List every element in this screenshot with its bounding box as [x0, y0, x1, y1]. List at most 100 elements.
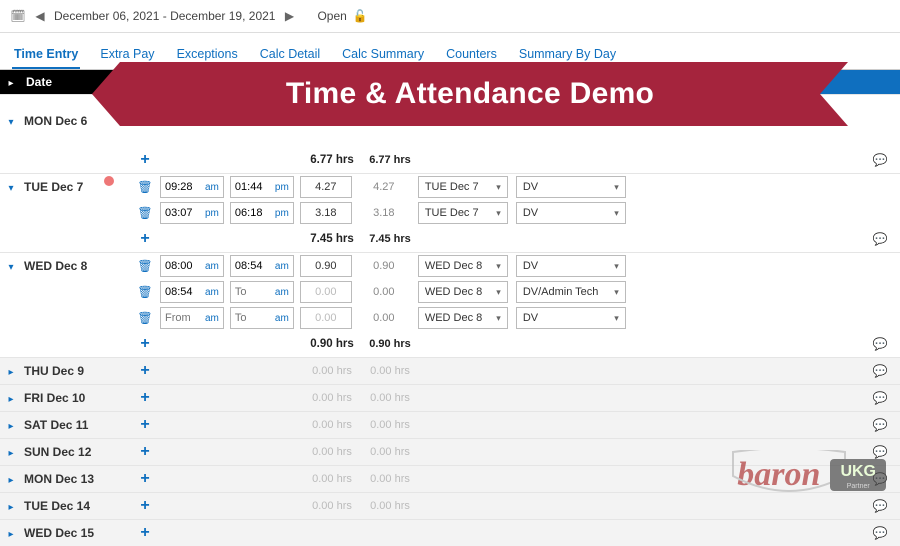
day-label: SAT Dec 11	[22, 418, 130, 432]
ukg-logo: UKG Partner	[830, 459, 886, 491]
comment-icon[interactable]: 💬	[873, 391, 888, 405]
delete-row-button[interactable]: 🗑	[137, 206, 152, 220]
add-row-button[interactable]: +	[140, 230, 149, 248]
expand-toggle[interactable]	[8, 445, 13, 459]
day-total-hours: 0.00 hrs	[306, 441, 358, 463]
to-time-input[interactable]: am	[230, 307, 294, 329]
type-select[interactable]: DV▾	[516, 202, 626, 224]
date-select[interactable]: WED Dec 8▾	[418, 255, 508, 277]
next-period-button[interactable]: ▶	[281, 8, 297, 24]
collapse-toggle[interactable]	[8, 114, 13, 128]
from-time-input[interactable]: am	[160, 176, 224, 198]
day-total-hours-dup: 0.00 hrs	[364, 446, 416, 458]
add-row-button[interactable]: +	[140, 524, 149, 542]
day-collapsed: WED Dec 15 + 💬	[0, 519, 900, 546]
expand-toggle[interactable]	[8, 391, 13, 405]
tab-time-entry[interactable]: Time Entry	[12, 41, 80, 69]
lock-status-text: Open	[317, 9, 346, 23]
expand-toggle[interactable]	[8, 499, 13, 513]
day-total-hours-dup: 6.77 hrs	[364, 154, 416, 166]
day-tue-dec-7: TUE Dec 7 🗑 am pm 4.27 4.27 TUE Dec 7▾ D…	[0, 173, 900, 252]
delete-row-button[interactable]: 🗑	[137, 259, 152, 273]
comment-icon[interactable]: 💬	[873, 337, 888, 351]
expand-toggle[interactable]	[8, 472, 13, 486]
expand-toggle[interactable]	[8, 364, 13, 378]
to-time-input[interactable]: pm	[230, 202, 294, 224]
day-total-hours-dup: 0.00 hrs	[364, 500, 416, 512]
add-row-button[interactable]: +	[140, 416, 149, 434]
expand-all-icon[interactable]	[8, 75, 13, 89]
hours-text: 4.27	[358, 181, 410, 193]
delete-row-button[interactable]: 🗑	[137, 285, 152, 299]
to-time-input[interactable]: am	[230, 255, 294, 277]
day-total-hours: 0.00 hrs	[306, 387, 358, 409]
day-collapsed: THU Dec 9+0.00 hrs0.00 hrs💬	[0, 357, 900, 384]
comment-icon[interactable]: 💬	[873, 153, 888, 167]
add-row-button[interactable]: +	[140, 362, 149, 380]
day-total-hours-dup: 0.00 hrs	[364, 365, 416, 377]
to-time-input[interactable]: am	[230, 281, 294, 303]
day-collapsed: TUE Dec 14+0.00 hrs0.00 hrs💬	[0, 492, 900, 519]
hours-input[interactable]: 0.00	[300, 281, 352, 303]
day-collapsed: FRI Dec 10+0.00 hrs0.00 hrs💬	[0, 384, 900, 411]
from-time-input[interactable]: pm	[160, 202, 224, 224]
day-wed-dec-8: WED Dec 8 🗑 am am 0.90 0.90 WED Dec 8▾ D…	[0, 252, 900, 357]
comment-icon[interactable]: 💬	[873, 232, 888, 246]
hours-text: 3.18	[358, 207, 410, 219]
day-label: WED Dec 15	[22, 526, 130, 540]
day-collapsed: SAT Dec 11 +0.00 hrs 0.00 hrs 💬	[0, 411, 900, 438]
from-time-input[interactable]: am	[160, 307, 224, 329]
add-row-button[interactable]: +	[140, 470, 149, 488]
hours-text: 0.00	[358, 286, 410, 298]
day-total-hours: 0.00 hrs	[306, 414, 358, 436]
hours-input[interactable]: 3.18	[300, 202, 352, 224]
day-total-hours-dup: 0.00 hrs	[364, 419, 416, 431]
hours-input[interactable]: 4.27	[300, 176, 352, 198]
hours-input[interactable]: 0.00	[300, 307, 352, 329]
from-time-input[interactable]: am	[160, 255, 224, 277]
prev-period-button[interactable]: ◀	[32, 8, 48, 24]
delete-row-button[interactable]: 🗑	[137, 311, 152, 325]
hours-input[interactable]: 0.90	[300, 255, 352, 277]
date-select[interactable]: WED Dec 8▾	[418, 281, 508, 303]
demo-banner: Time & Attendance Demo	[120, 62, 820, 126]
day-total-hours: 0.00 hrs	[306, 495, 358, 517]
add-row-button[interactable]: +	[140, 389, 149, 407]
add-row-button[interactable]: +	[140, 335, 149, 353]
unlock-icon[interactable]: 🔓	[353, 9, 368, 23]
cursor-indicator	[104, 176, 114, 186]
from-time-input[interactable]: am	[160, 281, 224, 303]
type-select[interactable]: DV▾	[516, 176, 626, 198]
hours-text: 0.00	[358, 312, 410, 324]
delete-row-button[interactable]: 🗑	[137, 180, 152, 194]
comment-icon[interactable]: 💬	[873, 418, 888, 432]
day-total-hours: 0.00 hrs	[306, 360, 358, 382]
expand-toggle[interactable]	[8, 526, 13, 540]
watermark-logos: baron UKG Partner	[737, 456, 886, 494]
comment-icon[interactable]: 💬	[873, 499, 888, 513]
date-select[interactable]: TUE Dec 7▾	[418, 202, 508, 224]
day-label: WED Dec 8	[22, 259, 130, 273]
to-time-input[interactable]: pm	[230, 176, 294, 198]
expand-toggle[interactable]	[8, 418, 13, 432]
collapse-toggle[interactable]	[8, 180, 13, 194]
comment-icon[interactable]: 💬	[873, 364, 888, 378]
day-total-hours-dup: 0.90 hrs	[364, 338, 416, 350]
date-select[interactable]: WED Dec 8▾	[418, 307, 508, 329]
day-total-hours-dup: 7.45 hrs	[364, 233, 416, 245]
type-select[interactable]: DV/Admin Tech▾	[516, 281, 626, 303]
day-total-hours: 6.77 hrs	[306, 149, 358, 171]
baron-logo: baron	[737, 456, 820, 494]
date-select[interactable]: TUE Dec 7▾	[418, 176, 508, 198]
type-select[interactable]: DV▾	[516, 307, 626, 329]
day-label: TUE Dec 14	[22, 499, 130, 513]
day-total-hours-dup: 0.00 hrs	[364, 473, 416, 485]
day-total-hours: 7.45 hrs	[306, 228, 358, 250]
collapse-toggle[interactable]	[8, 259, 13, 273]
type-select[interactable]: DV▾	[516, 255, 626, 277]
calendar-icon[interactable]: 🗓	[10, 8, 26, 24]
add-row-button[interactable]: +	[140, 443, 149, 461]
day-label: MON Dec 13	[22, 472, 130, 486]
comment-icon[interactable]: 💬	[873, 526, 888, 540]
add-row-button[interactable]: +	[140, 151, 149, 169]
